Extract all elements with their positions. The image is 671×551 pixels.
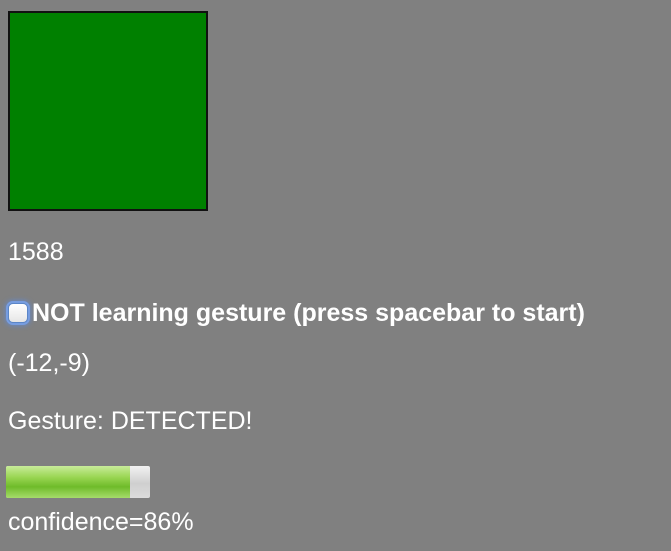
color-swatch xyxy=(8,11,208,211)
confidence-meter xyxy=(6,466,150,498)
learning-checkbox[interactable] xyxy=(8,303,28,323)
confidence-label: confidence=86% xyxy=(8,508,194,536)
frame-counter: 1588 xyxy=(8,238,64,266)
confidence-meter-fill xyxy=(6,466,130,498)
learning-status-label: NOT learning gesture (press spacebar to … xyxy=(32,299,585,327)
learning-toggle-row[interactable]: NOT learning gesture (press spacebar to … xyxy=(8,297,585,329)
gesture-status: Gesture: DETECTED! xyxy=(8,407,253,435)
coordinate-readout: (-12,-9) xyxy=(8,349,90,377)
